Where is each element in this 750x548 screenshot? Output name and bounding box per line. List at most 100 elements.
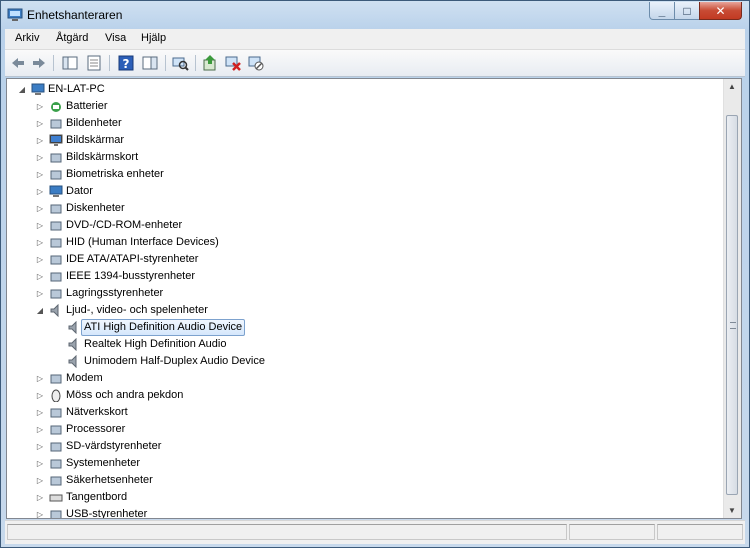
toolbar: ? [5,50,745,77]
tree-node[interactable]: Unimodem Half-Duplex Audio Device [53,353,707,370]
security-device-icon [49,474,63,487]
help-icon[interactable]: ? [117,54,135,72]
tree-node[interactable]: ▷ Möss och andra pekdon [35,387,707,404]
menu-visa[interactable]: Visa [105,32,126,44]
tree-expander-icon[interactable]: ▷ [35,455,45,472]
tree-expander-icon[interactable]: ▷ [35,251,45,268]
tree-node-label: Nätverkskort [66,406,128,418]
tree-node[interactable]: Realtek High Definition Audio [53,336,707,353]
tree-node-label: Möss och andra pekdon [66,389,184,401]
title-bar[interactable]: Enhetshanteraren _ □ ✕ [1,1,749,29]
scan-hardware-icon[interactable] [171,54,189,72]
tree-node[interactable]: ◢ Ljud-, video- och spelenheter [35,302,707,319]
tree-node[interactable]: ▷ Systemenheter [35,455,707,472]
tree-expander-icon[interactable]: ▷ [35,200,45,217]
tree-node[interactable]: ▷ IEEE 1394-busstyrenheter [35,268,707,285]
device-tree[interactable]: ▲ ▼ ◢ EN-LAT-PC ▷ Batterier ▷ Bildenheter ▷ Bil… [6,78,742,519]
status-pane [569,524,655,540]
tree-node[interactable]: ▷ Bildenheter [35,115,707,132]
tree-node[interactable]: ▷ Tangentbord [35,489,707,506]
scroll-down-icon[interactable]: ▼ [728,506,736,515]
maximize-icon: □ [683,4,691,18]
speaker-icon [67,337,81,352]
tree-node[interactable]: ▷ HID (Human Interface Devices) [35,234,707,251]
disable-device-icon[interactable] [247,54,265,72]
tree-node[interactable]: ▷ Batterier [35,98,707,115]
tree-expander-icon[interactable]: ▷ [35,387,45,404]
tree-node-label: Lagringsstyrenheter [66,287,164,299]
tree-expander-icon[interactable]: ▷ [35,438,45,455]
back-arrow-icon[interactable] [9,54,27,72]
tree-expander-icon[interactable]: ▷ [35,489,45,506]
tree-expander-icon[interactable]: ▷ [35,217,45,234]
tree-node-label: Bildskärmar [66,134,125,146]
menu-atgard[interactable]: Åtgärd [56,32,88,44]
tree-expander-icon[interactable]: ▷ [35,370,45,387]
tree-node[interactable]: ◢ EN-LAT-PC [17,81,707,98]
tree-expander-icon[interactable]: ▷ [35,404,45,421]
tree-node[interactable]: ▷ Modem [35,370,707,387]
maximize-button[interactable]: □ [674,2,700,20]
computer-icon [31,83,45,96]
close-button[interactable]: ✕ [699,2,742,20]
tree-expander-icon[interactable]: ▷ [35,98,45,115]
tree-expander-icon[interactable]: ▷ [35,166,45,183]
tree-expander-icon[interactable]: ▷ [35,149,45,166]
tree-expander-icon[interactable]: ▷ [35,421,45,438]
tree-node[interactable]: ▷ DVD-/CD-ROM-enheter [35,217,707,234]
tree-node[interactable]: ▷ USB-styrenheter [35,506,707,519]
status-pane [7,524,567,540]
tree-expander-icon[interactable]: ▷ [35,132,45,149]
monitor-icon [49,134,63,147]
vertical-scrollbar[interactable]: ▲ ▼ [723,79,741,518]
speaker-icon [49,303,63,318]
tree-node[interactable]: ATI High Definition Audio Device [53,319,707,336]
tree-expander-icon[interactable]: ▷ [35,183,45,200]
menu-hjalp[interactable]: Hjälp [141,32,166,44]
scroll-up-icon[interactable]: ▲ [728,82,736,91]
tree-expander-icon[interactable]: ▷ [35,234,45,251]
forward-arrow-icon[interactable] [30,54,48,72]
tree-expander-icon[interactable]: ▷ [35,506,45,518]
tree-node[interactable]: ▷ Bildskärmar [35,132,707,149]
tree-node[interactable]: ▷ Säkerhetsenheter [35,472,707,489]
tree-node[interactable]: ▷ Nätverkskort [35,404,707,421]
svg-text:?: ? [123,57,130,71]
tree-expander-icon[interactable]: ◢ [35,302,45,319]
tree-node[interactable]: ▷ Dator [35,183,707,200]
imaging-device-icon [49,117,63,130]
network-adapter-icon [49,406,63,419]
tree-expander-icon[interactable]: ◢ [17,81,27,98]
show-hide-tree-icon[interactable] [61,54,79,72]
tree-node[interactable]: ▷ Bildskärmskort [35,149,707,166]
tree-expander-icon[interactable]: ▷ [35,115,45,132]
tree-node-label: USB-styrenheter [66,508,148,519]
tree-node[interactable]: ▷ IDE ATA/ATAPI-styrenheter [35,251,707,268]
tree-node[interactable]: ▷ SD-värdstyrenheter [35,438,707,455]
ide-controller-icon [49,253,63,266]
update-driver-icon[interactable] [201,54,219,72]
modem-icon [49,372,63,385]
toolbar-separator [195,55,196,71]
tree-node[interactable]: ▷ Lagringsstyrenheter [35,285,707,302]
tree-node[interactable]: ▷ Diskenheter [35,200,707,217]
tree-node-label: ATI High Definition Audio Device [81,319,246,336]
tree-expander-icon[interactable]: ▷ [35,285,45,302]
toolbar-separator [165,55,166,71]
menu-arkiv[interactable]: Arkiv [15,32,39,44]
firewire-icon [49,270,63,283]
tree-node[interactable]: ▷ Biometriska enheter [35,166,707,183]
tree-node-label: HID (Human Interface Devices) [66,236,219,248]
tree-node[interactable]: ▷ Processorer [35,421,707,438]
optical-drive-icon [49,219,63,232]
disk-drive-icon [49,202,63,215]
tree-expander-icon[interactable]: ▷ [35,268,45,285]
action-pane-icon[interactable] [141,54,159,72]
scrollbar-grip [730,322,736,329]
status-bar [5,520,745,544]
uninstall-device-icon[interactable] [224,54,242,72]
minimize-button[interactable]: _ [649,2,675,20]
scrollbar-thumb[interactable] [726,115,738,495]
tree-expander-icon[interactable]: ▷ [35,472,45,489]
properties-icon[interactable] [85,54,103,72]
